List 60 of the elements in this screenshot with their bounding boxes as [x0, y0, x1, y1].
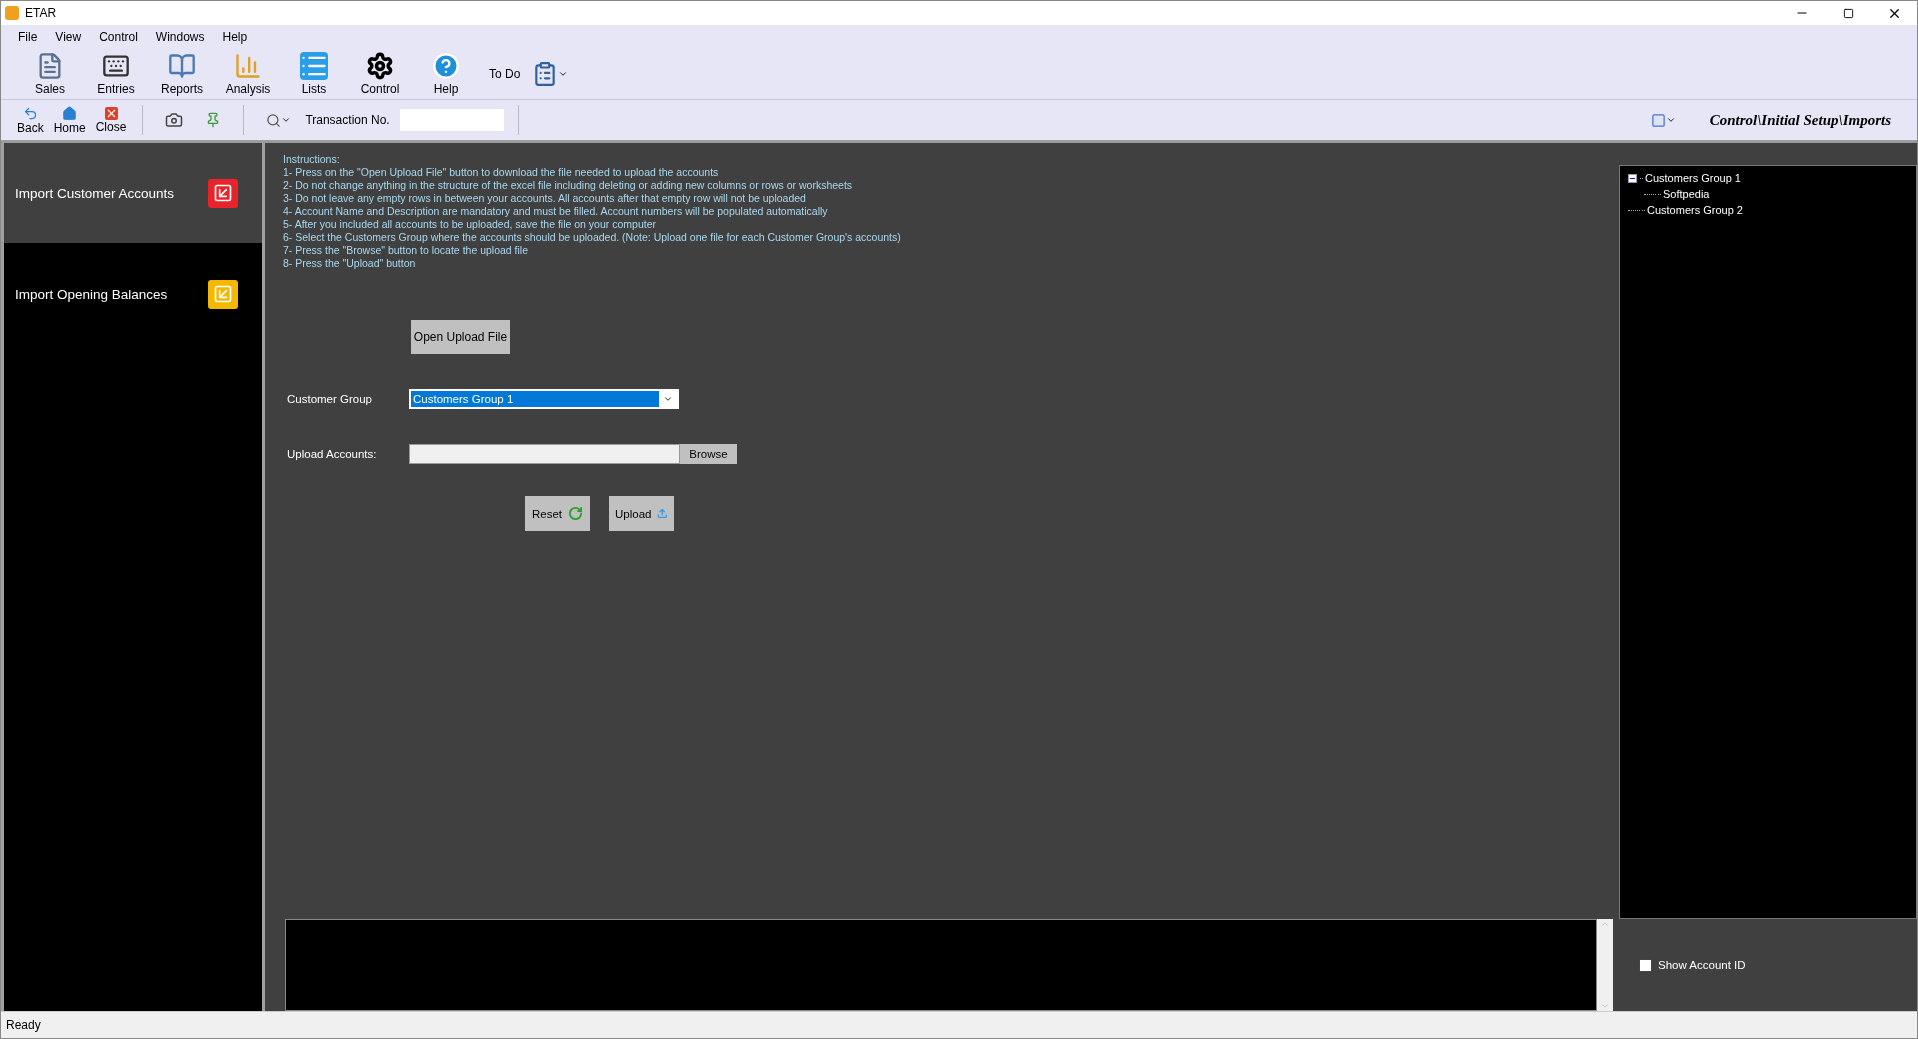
vertical-scrollbar[interactable]: [1597, 919, 1613, 1011]
toolbar-button[interactable]: Lists: [287, 52, 341, 96]
transaction-label: Transaction No.: [305, 113, 390, 127]
action-button[interactable]: Reset: [525, 496, 590, 531]
toolbar-button[interactable]: Help: [419, 52, 473, 96]
toolbar-button[interactable]: Sales: [23, 52, 77, 96]
book-icon: [168, 52, 196, 80]
customer-group-dropdown[interactable]: Customers Group 1: [409, 389, 679, 409]
instructions-text: Instructions: 1- Press on the "Open Upload File" button to download the file needed to upload the accounts 2- Do not change anything in the structure of the excel file including deleting or adding new columns or rows or worksheets 3- Do not leave any empty rows in between your accounts. All accounts after that empty row will not be uploaded 4- Account Name and Description are mandatory and must be filled. Account numbers will be populated automatically 5- After you included all accounts to be uploaded, save the file on your computer 6- Select the Customers Group where the accounts should be uploaded. (Note: Upload one file for each Customer Group's accounts) 7- Press the "Browse" button to locate the upload file 8- Press the "Upload" button: [283, 153, 902, 270]
list-icon: [300, 52, 328, 80]
caret-icon: [1665, 115, 1676, 125]
todo-dropdown-button[interactable]: [532, 61, 569, 87]
browse-button[interactable]: Browse: [680, 444, 737, 464]
scroll-down-icon: [1600, 1001, 1610, 1011]
close-icon: [104, 106, 118, 120]
menu-item[interactable]: Control: [90, 30, 147, 44]
bar-chart-icon: [234, 52, 262, 80]
caret-icon: [558, 69, 569, 79]
window-icon: [1650, 112, 1666, 128]
toolbar-button[interactable]: Control: [353, 52, 407, 96]
sidebar-item[interactable]: Import Customer Accounts: [4, 143, 262, 244]
tree-item[interactable]: Customers Group 1: [1645, 172, 1741, 184]
collapse-toggle[interactable]: [1628, 173, 1637, 183]
caret-icon: [281, 115, 292, 125]
show-account-id-label: Show Account ID: [1658, 959, 1746, 971]
status-text: Ready: [6, 1018, 41, 1032]
search-icon: [266, 112, 282, 128]
open-upload-file-button[interactable]: Open Upload File: [411, 320, 510, 354]
menu-item[interactable]: Help: [213, 30, 257, 44]
customer-group-label: Customer Group: [286, 393, 373, 405]
window-title: ETAR: [25, 6, 57, 20]
tree-item[interactable]: Softpedia: [1663, 188, 1710, 200]
scroll-up-icon: [1600, 919, 1610, 929]
menu-item[interactable]: View: [46, 30, 91, 44]
breadcrumb-path: Control\Initial Setup\Imports: [1709, 111, 1891, 129]
restore-icon: [1842, 7, 1854, 19]
toolbar-button[interactable]: Analysis: [221, 52, 275, 96]
back-arrow-icon: [22, 105, 38, 121]
nav-button[interactable]: Back: [15, 105, 46, 135]
help-icon: [432, 52, 460, 80]
toolbar-button[interactable]: Reports: [155, 52, 209, 96]
caret-icon: [663, 394, 673, 404]
app-icon: [5, 6, 19, 20]
upload-accounts-label: Upload Accounts:: [286, 448, 378, 460]
action-button[interactable]: Upload: [609, 496, 674, 531]
transaction-input[interactable]: [399, 109, 504, 131]
upload-file-field[interactable]: [409, 444, 680, 464]
nav-button[interactable]: Close: [93, 106, 129, 134]
todo-label: To Do: [489, 67, 521, 81]
home-icon: [62, 105, 78, 121]
menu-item[interactable]: Windows: [146, 30, 214, 44]
menu-item[interactable]: File: [9, 30, 47, 44]
camera-icon: [165, 111, 184, 129]
tree-item[interactable]: Customers Group 2: [1647, 204, 1743, 216]
gear-icon: [366, 52, 394, 80]
upload-icon: [657, 506, 668, 521]
refresh-icon: [568, 506, 583, 521]
nav-button[interactable]: Home: [51, 105, 88, 135]
toolbar-button[interactable]: Entries: [89, 52, 143, 96]
show-account-id-checkbox[interactable]: [1639, 958, 1652, 972]
